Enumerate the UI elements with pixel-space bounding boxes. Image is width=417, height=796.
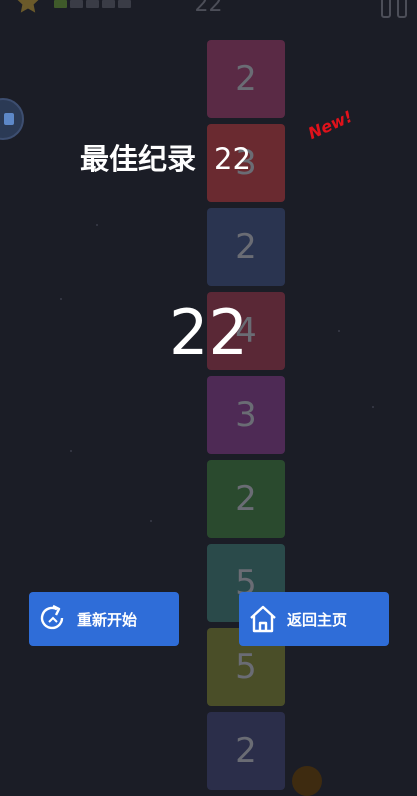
background-dot [96,224,98,226]
home-label: 返回主页 [287,610,348,629]
restart-label: 重新开始 [77,610,138,629]
restart-button[interactable]: 重新开始 [29,592,179,646]
best-record-value: 22 [214,142,251,176]
side-menu-button[interactable] [0,98,24,140]
tile: 2 [207,40,285,118]
background-dot [70,450,72,452]
side-menu-icon [4,113,14,125]
tile: 2 [207,712,285,790]
home-button[interactable]: 返回主页 [239,592,389,646]
final-score: 22 [169,296,248,369]
background-dot [372,406,374,408]
tile: 2 [207,460,285,538]
new-record-badge: New! [305,106,356,143]
coin-icon [292,766,322,796]
tile: 3 [207,376,285,454]
restart-icon [29,592,77,646]
pause-icon [397,0,407,18]
pause-button[interactable] [381,0,407,18]
best-record: 最佳纪录 22 [80,136,251,178]
tile: 2 [207,208,285,286]
best-record-label: 最佳纪录 [80,142,197,176]
home-icon [239,592,287,646]
background-dot [150,520,152,522]
hud-score: 22 [194,0,223,17]
pause-icon [381,0,391,18]
